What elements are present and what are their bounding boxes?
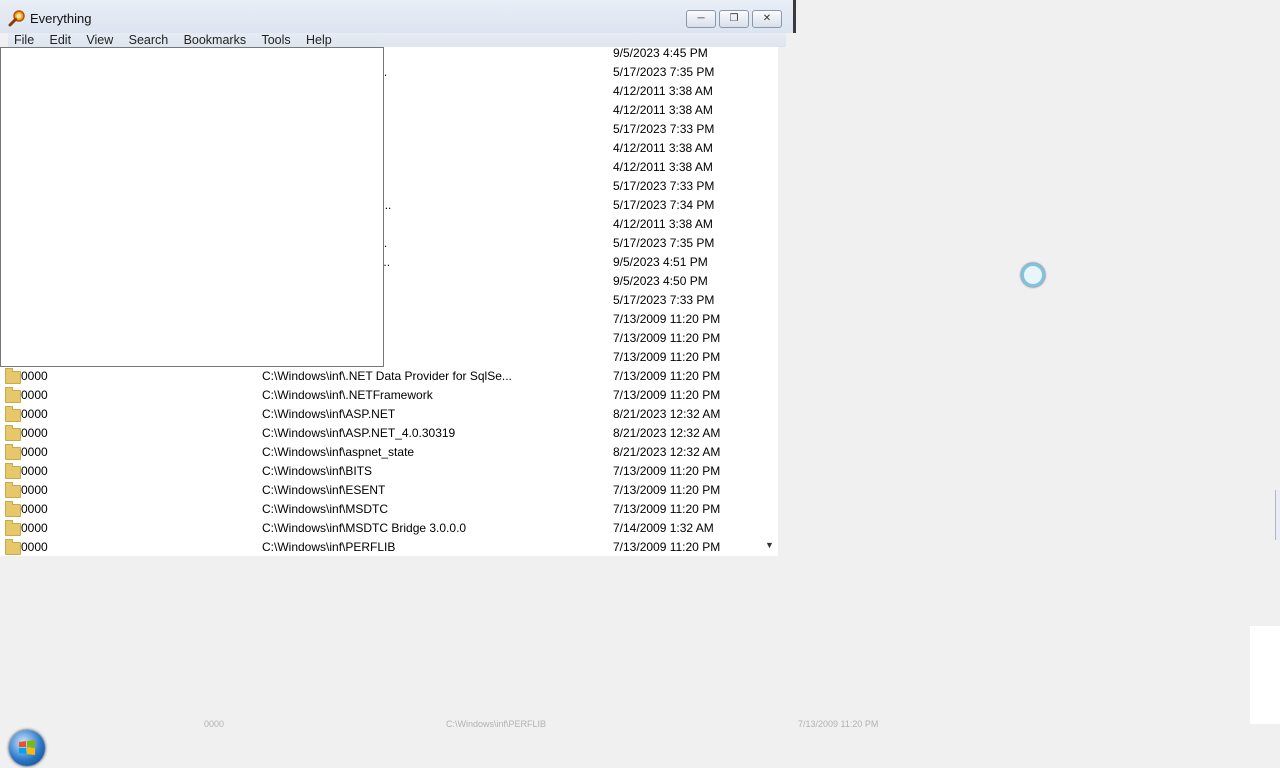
list-item-date: 7/14/2009 1:32 AM <box>613 521 714 535</box>
list-item-path: C:\Windows\inf\ASP.NET_4.0.30319 <box>262 426 456 440</box>
ghost-row-path: C:\Windows\inf\PERFLIB <box>446 719 547 727</box>
list-item-path: C:\Windows\inf\MSDTC Bridge 3.0.0.0 <box>262 521 467 535</box>
list-item-date: 5/17/2023 7:33 PM <box>613 179 715 193</box>
list-item-name: 0000 <box>21 483 48 497</box>
close-icon: ✕ <box>762 13 772 24</box>
list-item-date: 7/13/2009 11:20 PM <box>613 350 721 364</box>
folder-icon <box>5 425 21 441</box>
list-item-date: 7/13/2009 11:20 PM <box>613 369 721 383</box>
list-item[interactable]: 0000 C:\Windows\inf\MSDTC Bridge 3.0.0.0 7… <box>0 519 762 538</box>
folder-icon <box>5 501 21 517</box>
list-item-name: 0000 <box>21 502 48 516</box>
taskbar <box>0 728 1280 768</box>
list-item-name: 0000 <box>21 369 48 383</box>
list-item-path: C:\Windows\inf\PERFLIB <box>262 540 396 554</box>
list-item-date: 9/5/2023 4:50 PM <box>613 274 708 288</box>
list-item[interactable]: 0000 C:\Windows\inf\MSDTC 7/13/2009 11:20 … <box>0 500 762 519</box>
start-button[interactable] <box>9 730 45 766</box>
list-item-date: 5/17/2023 7:33 PM <box>613 293 715 307</box>
menu-file[interactable]: File <box>8 33 40 47</box>
maximize-button[interactable]: ❐ <box>719 10 749 28</box>
list-item-date: 4/12/2011 3:38 AM <box>613 84 713 98</box>
blank-popup-overlay <box>0 47 384 367</box>
list-item-path: C:\Windows\inf\MSDTC <box>262 502 389 516</box>
list-item-date: 4/12/2011 3:38 AM <box>613 103 713 117</box>
menu-tools[interactable]: Tools <box>255 33 296 47</box>
list-item[interactable]: 0000 C:\Windows\inf\BITS 7/13/2009 11:20 P… <box>0 462 762 481</box>
menu-edit[interactable]: Edit <box>44 33 78 47</box>
minimize-icon: ─ <box>697 13 705 24</box>
everything-window: Everything ─ ❐ ✕ File Edit View Search B… <box>0 0 798 556</box>
list-item-name: 0000 <box>21 407 48 421</box>
list-item-path: C:\Windows\inf\.NET Data Provider for Sq… <box>262 369 512 383</box>
windows-logo-icon <box>19 740 35 755</box>
list-item-path: C:\Windows\inf\.NETFramework <box>262 388 433 402</box>
folder-icon <box>5 520 21 536</box>
list-item-date: 7/13/2009 11:20 PM <box>613 312 721 326</box>
list-item-date: 7/13/2009 11:20 PM <box>613 483 721 497</box>
list-item-date: 4/12/2011 3:38 AM <box>613 160 713 174</box>
folder-icon <box>5 482 21 498</box>
list-item[interactable]: 0000 C:\Windows\inf\ESENT 7/13/2009 11:20 … <box>0 481 762 500</box>
list-item-path: C:\Windows\inf\ASP.NET <box>262 407 396 421</box>
loading-spinner-icon <box>1021 263 1045 287</box>
folder-icon <box>5 368 21 384</box>
list-item-date: 4/12/2011 3:38 AM <box>613 217 713 231</box>
list-item-date: 7/13/2009 11:20 PM <box>613 502 721 516</box>
list-item-date: 5/17/2023 7:35 PM <box>613 65 715 79</box>
list-item-date: 5/17/2023 7:35 PM <box>613 236 715 250</box>
ghost-row: 0000 C:\Windows\inf\PERFLIB 7/13/2009 11… <box>170 719 970 727</box>
scroll-down-icon[interactable]: ▼ <box>765 540 774 550</box>
magnifier-icon <box>8 10 25 27</box>
list-item[interactable]: 0000 C:\Windows\inf\.NET Data Provider fo… <box>0 367 762 386</box>
list-item-name: 0000 <box>21 426 48 440</box>
list-item-name: 0000 <box>21 521 48 535</box>
list-item-path: C:\Windows\inf\ESENT <box>262 483 386 497</box>
offscreen-window-edge[interactable] <box>1275 490 1280 540</box>
menu-help[interactable]: Help <box>300 33 338 47</box>
list-item-date: 5/17/2023 7:33 PM <box>613 122 715 136</box>
menu-bar: File Edit View Search Bookmarks Tools He… <box>8 33 786 47</box>
list-item-path: C:\Windows\inf\aspnet_state <box>262 445 415 459</box>
menu-bookmarks[interactable]: Bookmarks <box>178 33 253 47</box>
list-item-name: 0000 <box>21 464 48 478</box>
offscreen-panel <box>1250 626 1280 724</box>
list-item-date: 9/5/2023 4:45 PM <box>613 47 708 60</box>
list-item-date: 7/13/2009 11:20 PM <box>613 464 721 478</box>
list-item[interactable]: 0000 C:\Windows\inf\PERFLIB 7/13/2009 11:2… <box>0 538 762 556</box>
menu-view[interactable]: View <box>80 33 119 47</box>
menu-search[interactable]: Search <box>123 33 175 47</box>
list-item-date: 9/5/2023 4:51 PM <box>613 255 708 269</box>
list-item-date: 7/13/2009 11:20 PM <box>613 388 721 402</box>
title-bar[interactable]: Everything ─ ❐ ✕ <box>0 0 796 33</box>
folder-icon <box>5 463 21 479</box>
list-item-date: 7/13/2009 11:20 PM <box>613 540 721 554</box>
ghost-row-name: 0000 <box>204 719 225 727</box>
list-item-date: 8/21/2023 12:32 AM <box>613 426 721 440</box>
list-item-date: 8/21/2023 12:32 AM <box>613 445 721 459</box>
list-item-date: 4/12/2011 3:38 AM <box>613 141 713 155</box>
list-item-name: 0000 <box>21 540 48 554</box>
folder-icon <box>5 444 21 460</box>
folder-icon <box>5 406 21 422</box>
folder-icon <box>5 539 21 555</box>
restore-icon: ❐ <box>729 13 739 24</box>
list-item-date: 5/17/2023 7:34 PM <box>613 198 715 212</box>
minimize-button[interactable]: ─ <box>686 10 716 28</box>
list-item[interactable]: 0000 C:\Windows\inf\aspnet_state 8/21/2023… <box>0 443 762 462</box>
list-item[interactable]: 0000 C:\Windows\inf\ASP.NET_4.0.30319 8/21… <box>0 424 762 443</box>
list-item[interactable]: 0000 C:\Windows\inf\ASP.NET 8/21/2023 12:3… <box>0 405 762 424</box>
close-button[interactable]: ✕ <box>752 10 782 28</box>
window-title: Everything <box>30 11 92 26</box>
list-item-path: C:\Windows\inf\BITS <box>262 464 373 478</box>
list-item[interactable]: 0000 C:\Windows\inf\.NETFramework 7/13/200… <box>0 386 762 405</box>
list-item-date: 7/13/2009 11:20 PM <box>613 331 721 345</box>
ghost-row-date: 7/13/2009 11:20 PM <box>798 719 879 727</box>
list-item-name: 0000 <box>21 388 48 402</box>
vertical-scrollbar[interactable] <box>762 47 778 556</box>
folder-icon <box>5 387 21 403</box>
list-item-name: 0000 <box>21 445 48 459</box>
list-item-date: 8/21/2023 12:32 AM <box>613 407 721 421</box>
